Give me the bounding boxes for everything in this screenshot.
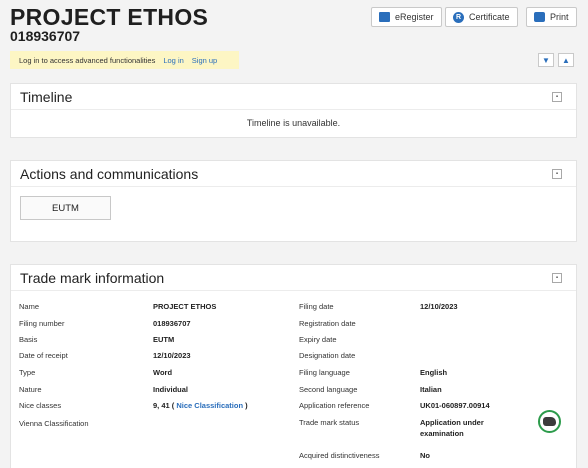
- field-label: Filing number: [19, 319, 65, 328]
- filing-number-heading: 018936707: [10, 28, 81, 44]
- eregister-button[interactable]: eRegister: [371, 7, 442, 27]
- field-label: Type: [19, 368, 36, 377]
- nice-classes-value: 9, 41 ( Nice Classification ): [153, 401, 248, 410]
- timeline-title: Timeline: [20, 88, 73, 105]
- expand-all-button[interactable]: ▼: [538, 53, 554, 67]
- timeline-message: Timeline is unavailable.: [246, 118, 341, 128]
- field-label: Date of receipt: [19, 351, 68, 360]
- feedback-icon[interactable]: [538, 410, 561, 433]
- field-label: Filing date: [299, 302, 334, 311]
- field-value: English: [420, 368, 448, 377]
- certificate-label: Certificate: [469, 12, 510, 22]
- notice-text: Log in to access advanced functionalitie…: [19, 55, 156, 65]
- login-link[interactable]: Log in: [163, 56, 183, 65]
- actions-panel: Actions and communications ▪ EUTM: [10, 160, 577, 242]
- nice-classes-tail: ): [245, 401, 248, 410]
- field-label: Application reference: [299, 401, 370, 410]
- page-title: PROJECT ETHOS: [10, 4, 209, 30]
- status-value-line2: examination: [420, 429, 464, 438]
- field-label: Second language: [299, 385, 358, 394]
- collapse-all-button[interactable]: ▲: [558, 53, 574, 67]
- collapse-toggle-icon[interactable]: ▪: [552, 169, 562, 179]
- field-label: Filing language: [299, 368, 350, 377]
- field-value: No: [420, 451, 430, 460]
- collapse-toggle-icon[interactable]: ▪: [552, 273, 562, 283]
- cursor-hand-icon: [543, 417, 556, 426]
- print-label: Print: [550, 12, 569, 22]
- eutm-button[interactable]: EUTM: [20, 196, 111, 220]
- status-value: Application under: [420, 418, 484, 427]
- field-value: Italian: [420, 385, 442, 394]
- field-label: Basis: [19, 335, 38, 344]
- tmi-title: Trade mark information: [20, 269, 165, 286]
- collapse-toggle-icon[interactable]: ▪: [552, 92, 562, 102]
- field-label: Vienna Classification: [19, 419, 89, 428]
- field-value: PROJECT ETHOS: [153, 302, 217, 311]
- timeline-panel: Timeline ▪ Timeline is unavailable.: [10, 83, 577, 138]
- print-button[interactable]: Print: [526, 7, 577, 27]
- eregister-label: eRegister: [395, 12, 434, 22]
- field-label: Expiry date: [299, 335, 337, 344]
- print-icon: [534, 12, 545, 22]
- field-label: Nature: [19, 385, 42, 394]
- field-value: 12/10/2023: [153, 351, 191, 360]
- registered-icon: R: [453, 11, 464, 23]
- field-value: Individual: [153, 385, 189, 394]
- page: PROJECT ETHOS 018936707 eRegister R Cert…: [0, 0, 588, 468]
- double-chevron-down-icon: ▼: [542, 55, 550, 65]
- field-label: Trade mark status: [299, 418, 360, 427]
- tmi-header[interactable]: Trade mark information ▪: [11, 265, 576, 291]
- field-label: Designation date: [299, 351, 356, 360]
- folder-icon: [379, 12, 390, 22]
- field-label: Acquired distinctiveness: [299, 451, 380, 460]
- login-notice: Log in to access advanced functionalitie…: [10, 51, 239, 69]
- trade-mark-info-panel: Trade mark information ▪: [10, 264, 577, 468]
- signup-link[interactable]: Sign up: [192, 56, 217, 65]
- nice-classification-link[interactable]: Nice Classification: [176, 401, 243, 410]
- timeline-header[interactable]: Timeline ▪: [11, 84, 576, 110]
- field-value: 018936707: [153, 319, 191, 328]
- double-chevron-up-icon: ▲: [562, 55, 570, 65]
- field-value: EUTM: [153, 335, 175, 344]
- nice-classes-numbers: 9, 41 (: [153, 401, 175, 410]
- certificate-button[interactable]: R Certificate: [445, 7, 518, 27]
- field-value: 12/10/2023: [420, 302, 458, 311]
- field-value: UK01-060897.00914: [420, 401, 490, 410]
- field-value: Word: [153, 368, 173, 377]
- field-label: Name: [19, 302, 40, 311]
- field-label: Nice classes: [19, 401, 62, 410]
- actions-header[interactable]: Actions and communications ▪: [11, 161, 576, 187]
- actions-title: Actions and communications: [20, 165, 199, 182]
- field-label: Registration date: [299, 319, 356, 328]
